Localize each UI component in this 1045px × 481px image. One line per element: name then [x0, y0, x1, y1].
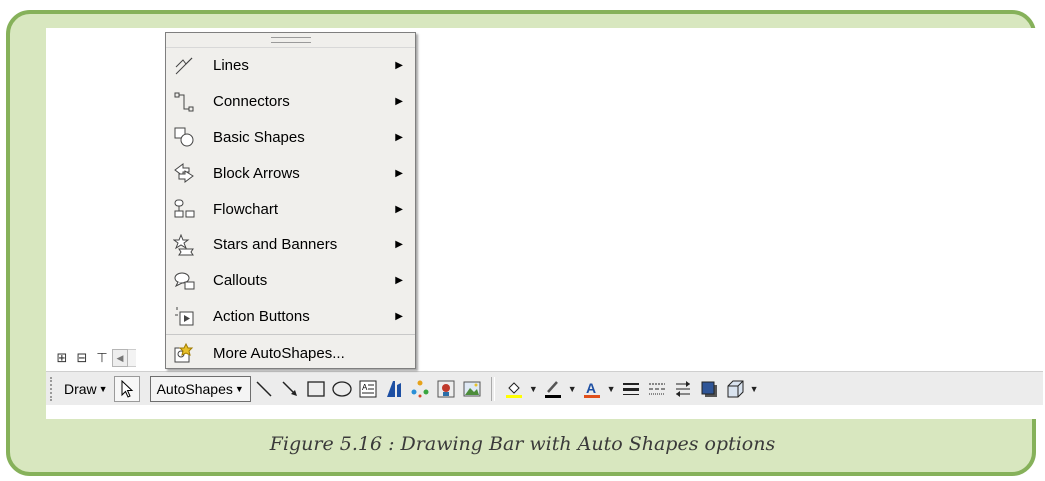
pointer-icon: [121, 379, 133, 398]
submenu-arrow-icon: ▶: [395, 275, 403, 287]
submenu-arrow-icon: ▶: [395, 310, 403, 322]
autoshapes-menu-button[interactable]: AutoShapes ▼: [149, 375, 251, 402]
word-document-window: ⊞ ⊟ ⊤ ◀ Draw ▼ AutoShapes ▼ A ▼ ▼ A ▼ ▼ …: [46, 28, 1043, 419]
menu-item-basic-shapes[interactable]: Basic Shapes ▶: [166, 120, 415, 156]
menu-item-lines[interactable]: Lines ▶: [166, 48, 415, 84]
line-style-icon[interactable]: [618, 376, 644, 402]
toolbar-separator: [490, 376, 495, 401]
flowchart-icon: [170, 197, 198, 221]
action-buttons-icon: [170, 304, 198, 328]
more-autoshapes-icon: [170, 341, 198, 365]
horizontal-scrollbar[interactable]: [128, 349, 136, 367]
submenu-arrow-icon: ▶: [395, 131, 403, 143]
stars-banners-icon: [170, 233, 198, 257]
picture-icon[interactable]: [459, 376, 485, 402]
submenu-arrow-icon: ▶: [395, 96, 403, 108]
chevron-down-icon[interactable]: ▼: [748, 384, 761, 394]
drawing-toolbar: Draw ▼ AutoShapes ▼ A ▼ ▼ A ▼ ▼: [46, 371, 1043, 405]
chevron-down-icon[interactable]: ▼: [527, 384, 540, 394]
oval-icon[interactable]: [329, 376, 355, 402]
web-layout-view-icon[interactable]: ⊟: [72, 349, 92, 367]
draw-label: Draw: [64, 380, 97, 397]
fill-color-icon[interactable]: [501, 376, 527, 402]
rectangle-icon[interactable]: [303, 376, 329, 402]
chevron-down-icon: ▼: [234, 383, 244, 394]
line-color-icon[interactable]: [540, 376, 566, 402]
toolbar-grip[interactable]: [50, 376, 56, 401]
menu-item-connectors[interactable]: Connectors ▶: [166, 84, 415, 120]
outline-view-icon[interactable]: ⊤: [92, 349, 112, 367]
chevron-down-icon[interactable]: ▼: [605, 384, 618, 394]
normal-view-icon[interactable]: ⊞: [52, 349, 72, 367]
clip-art-icon[interactable]: [433, 376, 459, 402]
menu-item-callouts[interactable]: Callouts ▶: [166, 263, 415, 299]
arrow-style-icon[interactable]: [670, 376, 696, 402]
view-buttons: ⊞ ⊟ ⊤ ◀: [52, 347, 136, 369]
chevron-down-icon[interactable]: ▼: [566, 384, 579, 394]
callouts-icon: [170, 269, 198, 293]
text-box-icon[interactable]: A: [355, 376, 381, 402]
submenu-arrow-icon: ▶: [395, 239, 403, 251]
autoshapes-label: AutoShapes: [156, 380, 233, 397]
figure-caption: Figure 5.16 : Drawing Bar with Auto Shap…: [269, 433, 776, 455]
svg-text:A: A: [586, 380, 596, 396]
scroll-left-icon[interactable]: ◀: [112, 349, 128, 367]
wordart-icon[interactable]: [381, 376, 407, 402]
submenu-arrow-icon: ▶: [395, 203, 403, 215]
autoshapes-menu: Lines ▶ Connectors ▶ Basic Shapes ▶ Bloc…: [165, 32, 416, 369]
menu-item-stars-and-banners[interactable]: Stars and Banners ▶: [166, 227, 415, 263]
3d-style-icon[interactable]: [722, 376, 748, 402]
font-color-icon[interactable]: A: [579, 376, 605, 402]
svg-text:A: A: [362, 383, 368, 392]
dash-style-icon[interactable]: [644, 376, 670, 402]
menu-item-block-arrows[interactable]: Block Arrows ▶: [166, 155, 415, 191]
menu-item-more-autoshapes[interactable]: More AutoShapes...: [166, 334, 415, 371]
submenu-arrow-icon: ▶: [395, 167, 403, 179]
lines-icon: [170, 54, 198, 78]
menu-drag-handle[interactable]: [166, 33, 415, 48]
submenu-arrow-icon: ▶: [395, 60, 403, 72]
line-icon[interactable]: [251, 376, 277, 402]
select-objects-button[interactable]: [113, 375, 140, 402]
block-arrows-icon: [170, 161, 198, 185]
autoshapes-menu-list: Lines ▶ Connectors ▶ Basic Shapes ▶ Bloc…: [166, 48, 415, 371]
arrow-icon[interactable]: [277, 376, 303, 402]
basic-shapes-icon: [170, 125, 198, 149]
draw-menu-button[interactable]: Draw ▼: [60, 376, 112, 402]
menu-item-action-buttons[interactable]: Action Buttons ▶: [166, 299, 415, 335]
menu-item-flowchart[interactable]: Flowchart ▶: [166, 191, 415, 227]
shadow-style-icon[interactable]: [696, 376, 722, 402]
chevron-down-icon: ▼: [98, 383, 108, 394]
connectors-icon: [170, 90, 198, 114]
diagram-icon[interactable]: [407, 376, 433, 402]
